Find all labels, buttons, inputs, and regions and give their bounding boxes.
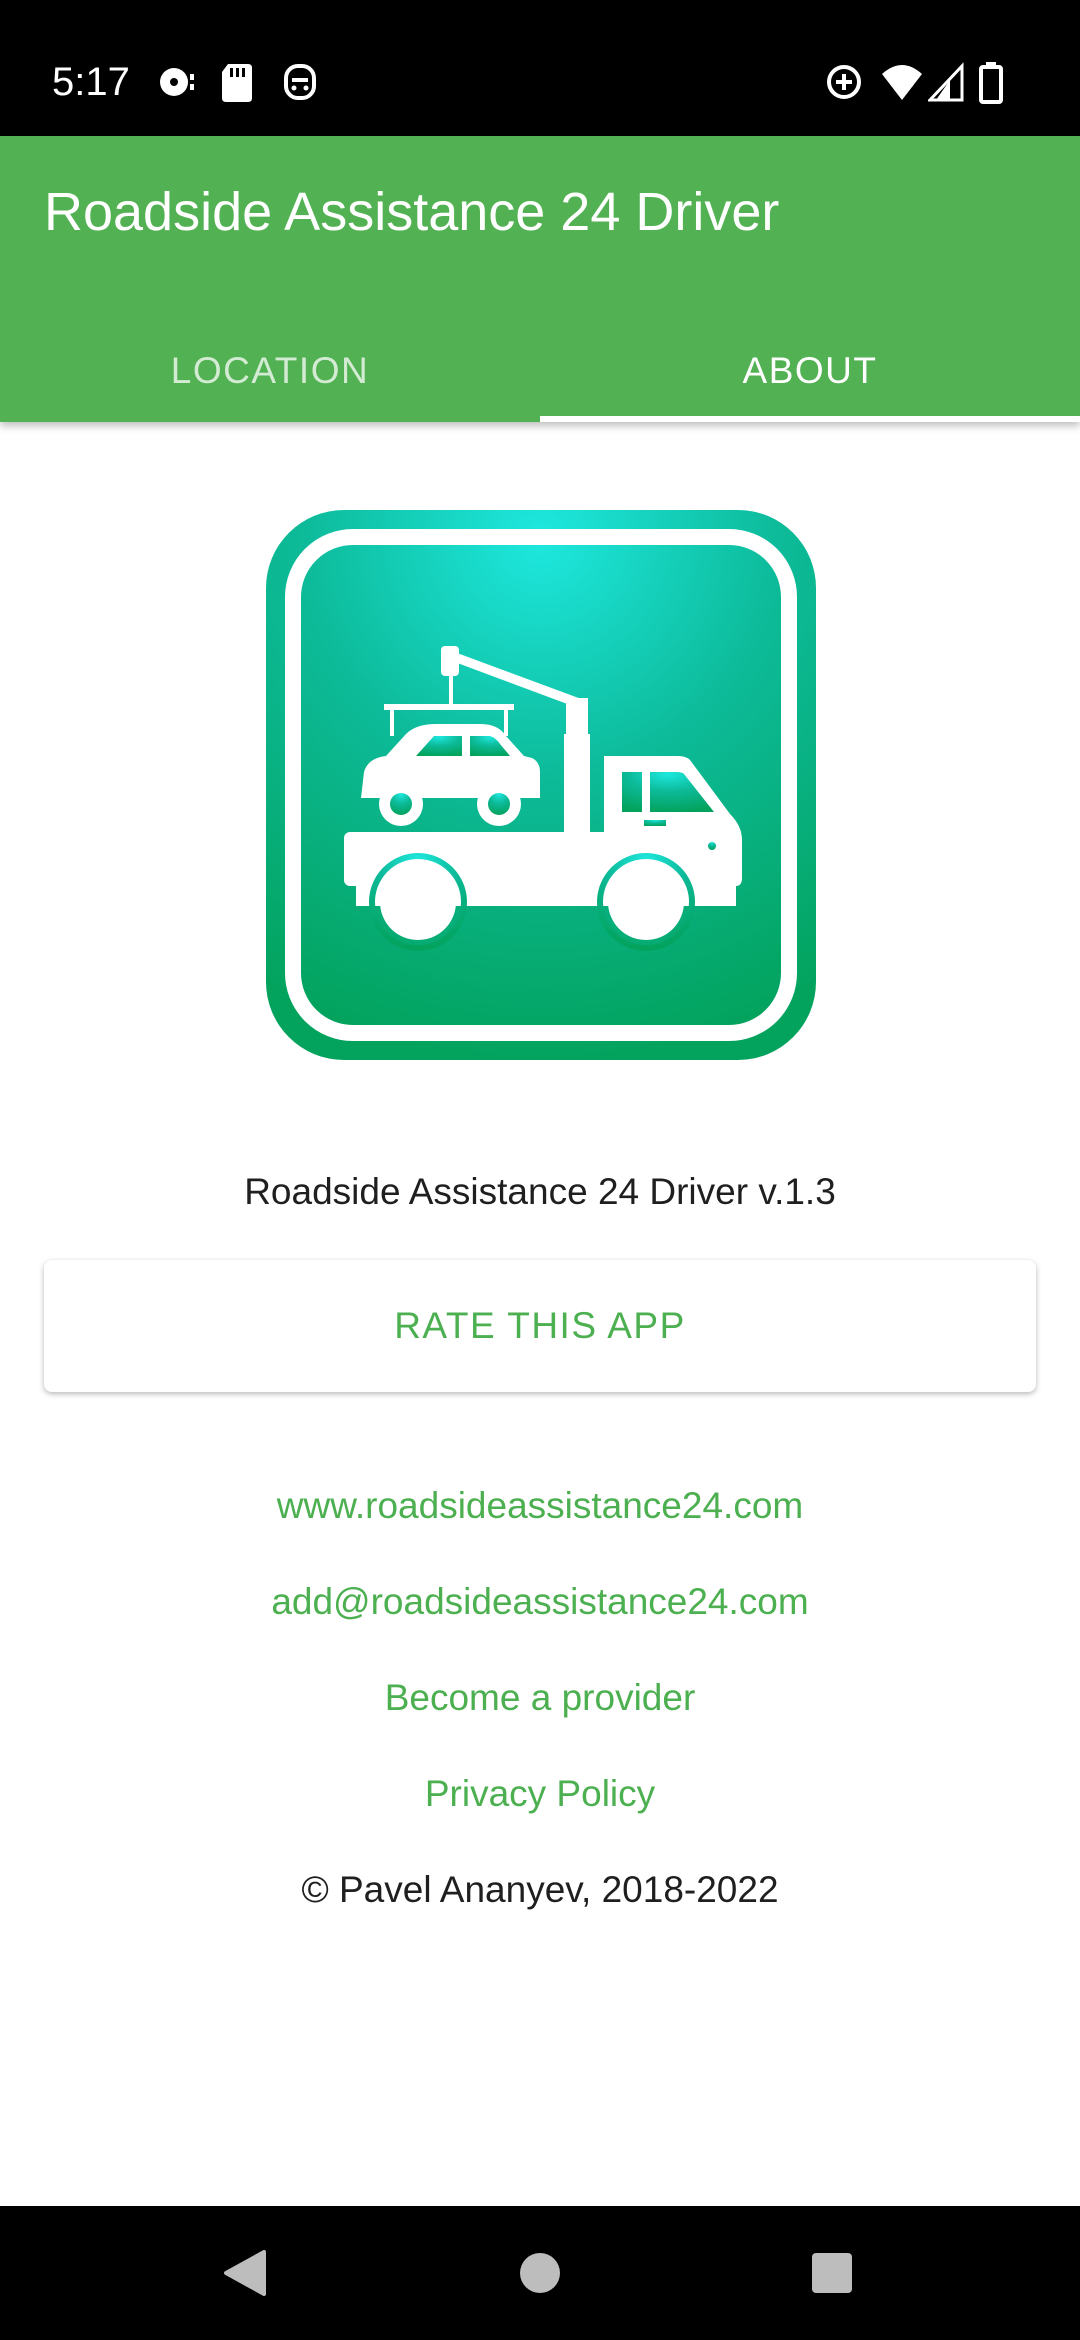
email-link[interactable]: add@roadsideassistance24.com [0,1578,1080,1626]
wifi-icon [882,65,922,100]
app-title: Roadside Assistance 24 Driver [44,182,780,242]
signal-icon [928,62,964,102]
media-icon [160,68,194,96]
website-link[interactable]: www.roadsideassistance24.com [0,1482,1080,1530]
home-button[interactable] [505,2238,575,2308]
status-bar: 5:17 [0,0,1080,136]
recents-button[interactable] [797,2238,867,2308]
sd-card-icon [222,64,252,102]
tab-about[interactable]: ABOUT [540,320,1080,422]
data-saver-icon [827,65,861,99]
tab-indicator [540,416,1080,422]
battery-icon [979,62,1003,104]
rate-app-button[interactable]: RATE THIS APP [44,1260,1036,1392]
home-icon [520,2253,560,2293]
game-controller-icon [284,64,316,100]
navigation-bar [0,2206,1080,2340]
tab-bar: LOCATION ABOUT [0,320,1080,422]
app-bar: Roadside Assistance 24 Driver LOCATION A… [0,136,1080,422]
recents-icon [812,2253,852,2293]
back-icon [224,2250,266,2296]
back-button[interactable] [210,2238,280,2308]
copyright-text: © Pavel Ananyev, 2018-2022 [301,1869,779,1910]
privacy-policy-link[interactable]: Privacy Policy [0,1770,1080,1818]
app-version-text: Roadside Assistance 24 Driver v.1.3 [244,1171,836,1212]
tow-truck-icon [266,510,816,1060]
status-time: 5:17 [52,60,130,104]
tab-location[interactable]: LOCATION [0,320,540,422]
become-provider-link[interactable]: Become a provider [0,1674,1080,1722]
